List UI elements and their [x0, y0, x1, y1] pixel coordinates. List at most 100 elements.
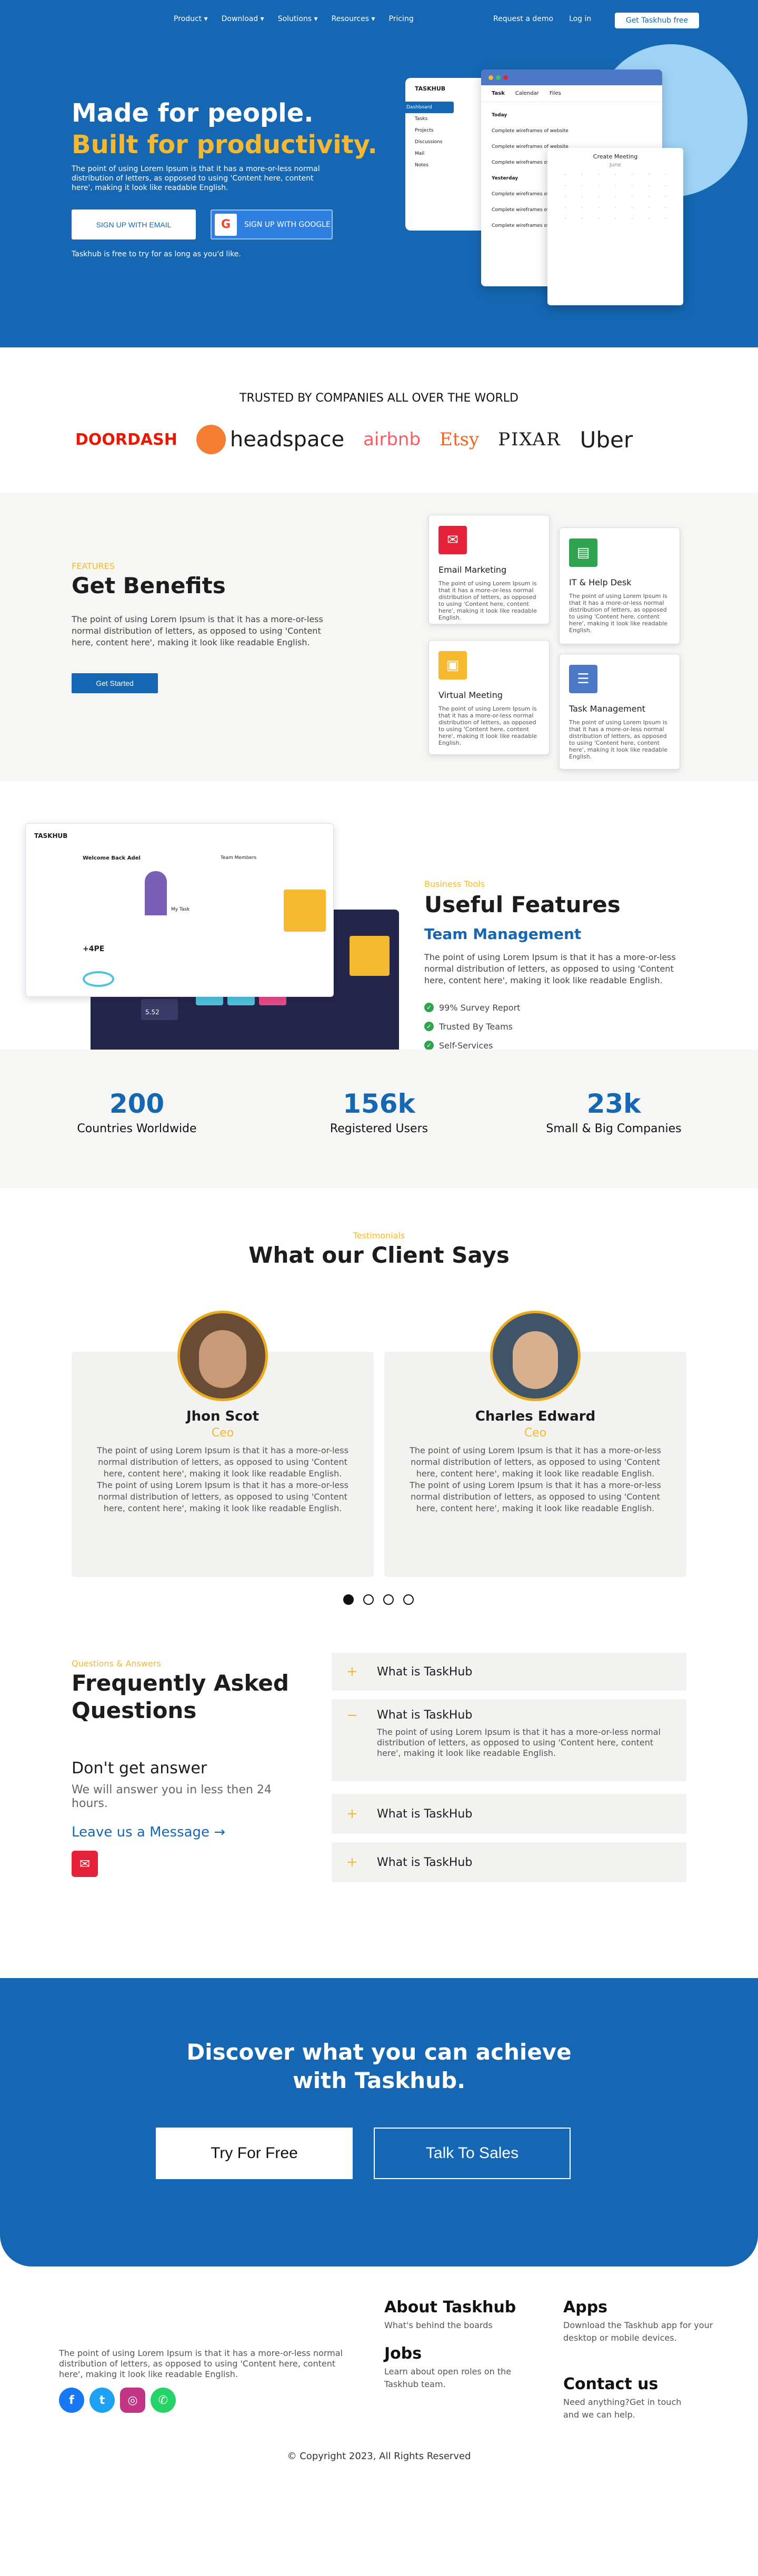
footer-col-title[interactable]: Apps — [563, 2300, 716, 2315]
facebook-icon[interactable]: f — [59, 2388, 84, 2413]
leave-message-link[interactable]: Leave us a Message → — [72, 1824, 225, 1840]
calendar-day[interactable]: · — [574, 216, 591, 222]
benefit-card-text: The point of using Lorem Ipsum is that i… — [569, 593, 668, 634]
stat-label: Countries Worldwide — [77, 1122, 197, 1135]
window-titlebar — [481, 69, 662, 85]
features-title: Useful Features — [424, 892, 621, 917]
google-icon: G — [215, 213, 237, 236]
calendar-day[interactable]: · — [574, 172, 591, 178]
cta-heading-line2: with Taskhub. — [292, 2068, 466, 2093]
stats-section: 200 Countries Worldwide 156k Registered … — [0, 1050, 758, 1189]
get-started-button[interactable]: Get Started — [72, 673, 158, 693]
carousel-dot[interactable] — [363, 1594, 374, 1605]
footer-col-text: Learn about open roles on the Taskhub te… — [384, 2367, 512, 2389]
calendar-day[interactable]: · — [590, 205, 607, 211]
calendar-day[interactable]: · — [607, 216, 624, 222]
minus-icon: − — [346, 1708, 358, 1723]
calendar-day[interactable]: · — [607, 194, 624, 200]
calendar-day[interactable]: · — [590, 183, 607, 189]
mail-icon[interactable]: ✉ — [72, 1851, 98, 1877]
testimonial-role: Ceo — [524, 1426, 547, 1440]
calendar-day[interactable]: · — [590, 216, 607, 222]
tab-task: Task — [492, 91, 505, 96]
features-list-item: ✓ 99% Survey Report — [424, 998, 520, 1017]
nav-solutions[interactable]: Solutions ▾ — [278, 15, 318, 23]
carousel-dot-active[interactable] — [343, 1594, 354, 1605]
signup-email-button[interactable]: SIGN UP WITH EMAIL — [72, 209, 196, 239]
calendar-day[interactable]: · — [557, 205, 574, 211]
calendar-day[interactable]: · — [574, 205, 591, 211]
calendar-day[interactable]: · — [624, 205, 641, 211]
footer-col-jobs: Jobs Learn about open roles on the Taskh… — [384, 2346, 521, 2391]
login-link[interactable]: Log in — [569, 15, 591, 23]
testimonial-name: Jhon Scot — [186, 1409, 260, 1424]
hero-heading: Made for people. Built for productivity. — [72, 97, 377, 161]
footer-col-title[interactable]: About Taskhub — [384, 2300, 521, 2315]
calendar-day[interactable]: · — [557, 172, 574, 178]
calendar-day[interactable]: · — [624, 172, 641, 178]
calendar-day[interactable]: · — [624, 194, 641, 200]
calendar-day[interactable]: · — [657, 216, 674, 222]
nav-resources[interactable]: Resources ▾ — [332, 15, 375, 23]
instagram-icon[interactable]: ◎ — [120, 2388, 145, 2413]
stat-number: 156k — [343, 1089, 415, 1119]
twitter-icon[interactable]: t — [89, 2388, 115, 2413]
carousel-dot[interactable] — [383, 1594, 394, 1605]
calendar-day[interactable]: · — [641, 205, 657, 211]
calendar-day[interactable]: · — [574, 183, 591, 189]
features-list: ✓ 99% Survey Report ✓ Trusted By Teams ✓ Se… — [424, 998, 520, 1055]
calendar-day[interactable]: · — [557, 216, 574, 222]
calendar-day[interactable]: · — [557, 194, 574, 200]
features-subtitle: Team Management — [424, 925, 582, 943]
signup-google-button[interactable]: G SIGN UP WITH GOOGLE — [211, 209, 333, 239]
calendar-day[interactable]: · — [657, 194, 674, 200]
calendar-day[interactable]: · — [557, 183, 574, 189]
talk-to-sales-button[interactable]: Talk To Sales — [374, 2128, 571, 2179]
get-taskhub-free-button[interactable]: Get Taskhub free — [615, 13, 699, 28]
nav-download[interactable]: Download ▾ — [222, 15, 264, 23]
signup-google-label: SIGN UP WITH GOOGLE — [244, 220, 331, 229]
calendar-day[interactable]: · — [641, 194, 657, 200]
calendar-day[interactable]: · — [607, 172, 624, 178]
dash-stat: +4PE — [83, 945, 105, 953]
stat-label: Small & Big Companies — [546, 1122, 682, 1135]
calendar-day[interactable]: · — [607, 183, 624, 189]
calendar-day[interactable]: · — [641, 183, 657, 189]
footer-col-title[interactable]: Contact us — [563, 2377, 684, 2392]
calendar-day[interactable]: · — [624, 216, 641, 222]
calendar-day[interactable]: · — [657, 205, 674, 211]
carousel-dot[interactable] — [403, 1594, 414, 1605]
benefit-card-title: Virtual Meeting — [438, 690, 503, 700]
nav-pricing[interactable]: Pricing — [389, 15, 414, 23]
headspace-circle-icon — [196, 425, 226, 454]
testimonial-card: Charles Edward Ceo The point of using Lo… — [384, 1311, 686, 1577]
calendar-day[interactable]: · — [590, 172, 607, 178]
calendar-day[interactable]: · — [657, 183, 674, 189]
faq-item-expanded[interactable]: − What is TaskHub The point of using Lor… — [332, 1699, 686, 1781]
calendar-day[interactable]: · — [641, 216, 657, 222]
request-demo-link[interactable]: Request a demo — [493, 15, 553, 23]
faq-item[interactable]: + What is TaskHub — [332, 1653, 686, 1691]
dash-mytask-label: My Task — [171, 907, 190, 912]
footer-col-text: Need anything?Get in touch and we can he… — [563, 2397, 682, 2420]
window-dot-icon — [503, 75, 508, 80]
faq-item[interactable]: + What is TaskHub — [332, 1842, 686, 1882]
calendar-day[interactable]: · — [574, 194, 591, 200]
whatsapp-icon[interactable]: ✆ — [151, 2388, 176, 2413]
cta-heading-line1: Discover what you can achieve — [186, 2039, 572, 2065]
calendar-day[interactable]: · — [641, 172, 657, 178]
features-item-label: 99% Survey Report — [439, 1002, 521, 1013]
testimonial-card: Jhon Scot Ceo The point of using Lorem I… — [72, 1311, 374, 1577]
calendar-day[interactable]: · — [590, 194, 607, 200]
testimonials-section: Testimonials What our Client Says Jhon S… — [0, 1189, 758, 1666]
nav-product[interactable]: Product ▾ — [174, 15, 208, 23]
footer-col-title[interactable]: Jobs — [384, 2346, 521, 2362]
testimonial-name: Charles Edward — [475, 1409, 596, 1424]
company-logos: DOORDASH headspace airbnb Etsy PIXAR Ube… — [75, 425, 633, 454]
calendar-day[interactable]: · — [657, 172, 674, 178]
calendar-day[interactable]: · — [624, 183, 641, 189]
faq-item[interactable]: + What is TaskHub — [332, 1794, 686, 1834]
task-item: Complete wireframes of website — [492, 128, 568, 134]
calendar-day[interactable]: · — [607, 205, 624, 211]
try-for-free-button[interactable]: Try For Free — [156, 2128, 353, 2179]
